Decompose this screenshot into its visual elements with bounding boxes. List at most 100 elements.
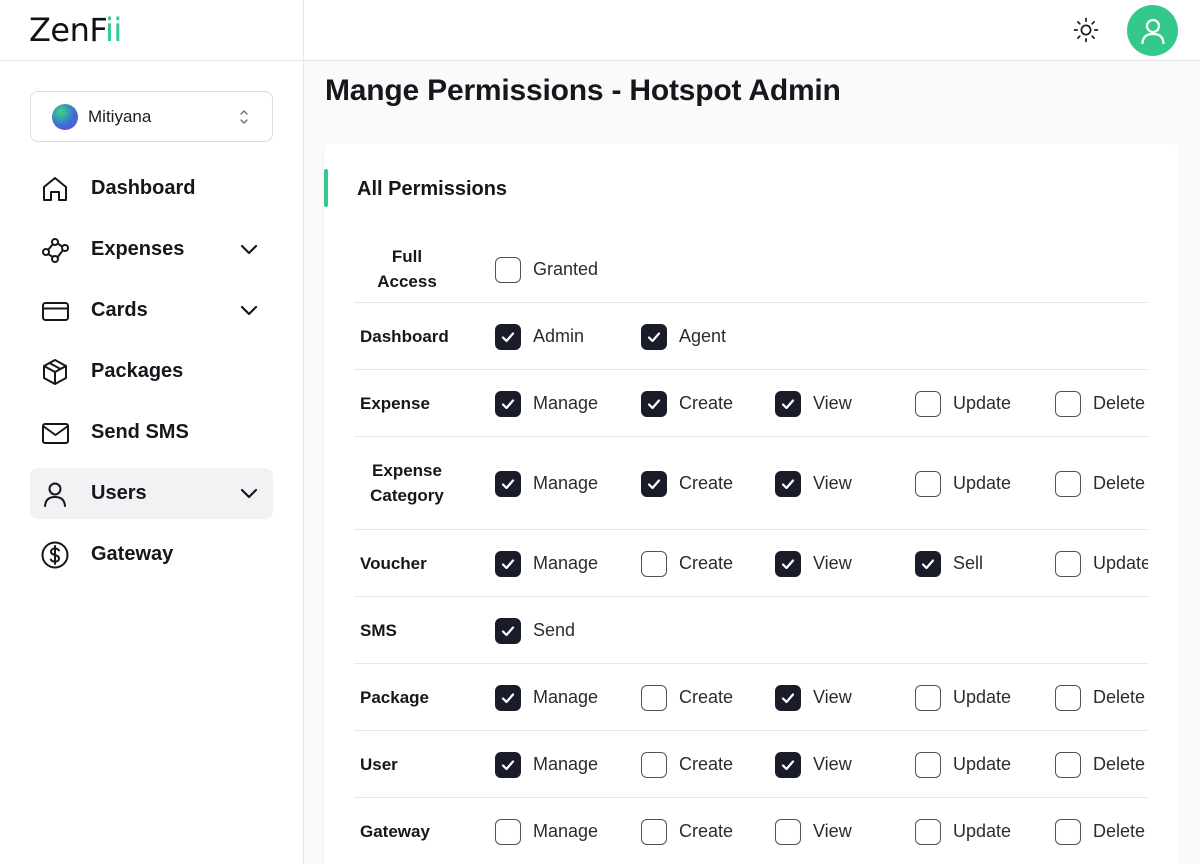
checkbox[interactable] [915, 390, 941, 417]
checkbox[interactable] [495, 751, 521, 778]
permission-option-delete[interactable]: Delete [1055, 684, 1145, 711]
permission-option-manage[interactable]: Manage [495, 550, 598, 577]
checkbox[interactable] [641, 390, 667, 417]
chevron-down-icon[interactable] [239, 239, 259, 259]
permission-option-label: Create [679, 754, 734, 774]
sidebar-item-cards[interactable]: Cards [30, 285, 273, 336]
permission-option-view[interactable]: View [775, 684, 852, 711]
permission-option-view[interactable]: View [775, 751, 852, 778]
checkbox[interactable] [641, 550, 667, 577]
permission-option-manage[interactable]: Manage [495, 684, 599, 711]
sidebar-item-packages[interactable]: Packages [30, 346, 273, 397]
chevron-down-icon[interactable] [239, 483, 259, 503]
checkbox[interactable] [495, 818, 521, 845]
permission-option-manage[interactable]: Manage [495, 751, 599, 778]
permission-option-label: View [813, 553, 852, 573]
checkbox[interactable] [915, 550, 941, 577]
permission-option-admin[interactable]: Admin [495, 323, 584, 350]
permission-option-view[interactable]: View [775, 818, 852, 845]
logo-text: ZenF [29, 11, 105, 49]
permission-option-delete[interactable]: Delete [1055, 470, 1145, 497]
chevron-down-icon[interactable] [239, 300, 259, 320]
checkbox[interactable] [775, 390, 801, 417]
checkbox[interactable] [915, 470, 941, 497]
check-icon [501, 625, 515, 636]
checkbox[interactable] [495, 550, 521, 577]
checkbox[interactable] [495, 470, 521, 497]
permission-option-view[interactable]: View [775, 470, 852, 497]
permission-options: Send [354, 597, 1148, 663]
permission-option-delete[interactable]: Delete [1055, 751, 1145, 778]
checkbox[interactable] [641, 818, 667, 845]
checkbox[interactable] [775, 550, 801, 577]
checkbox[interactable] [1055, 818, 1081, 845]
permission-option-label: Manage [533, 687, 599, 707]
checkbox[interactable] [1055, 390, 1081, 417]
checkbox[interactable] [641, 684, 667, 711]
sidebar-item-gateway[interactable]: Gateway [30, 529, 273, 580]
permission-row: Dashboard Admin Agent [354, 303, 1148, 370]
checkbox[interactable] [641, 751, 667, 778]
permission-option-create[interactable]: Create [641, 390, 733, 417]
permission-option-manage[interactable]: Manage [495, 470, 598, 497]
permission-option-label: Manage [533, 754, 599, 774]
permission-option-granted[interactable]: Granted [495, 256, 598, 283]
permission-option-create[interactable]: Create [641, 751, 734, 778]
checkbox[interactable] [775, 470, 801, 497]
checkbox[interactable] [1055, 751, 1081, 778]
permission-row: User Manage Create View Update Delete [354, 731, 1148, 798]
permission-option-create[interactable]: Create [641, 684, 733, 711]
checkbox[interactable] [1055, 684, 1081, 711]
permission-option-manage[interactable]: Manage [495, 818, 598, 845]
sidebar-item-users[interactable]: Users [30, 468, 273, 519]
permission-option-update[interactable]: Update [915, 684, 1012, 711]
permission-option-create[interactable]: Create [641, 470, 733, 497]
permission-option-delete[interactable]: Delete [1055, 818, 1145, 845]
checkbox[interactable] [1055, 470, 1081, 497]
permission-option-sell[interactable]: Sell [915, 550, 983, 577]
page-title: Mange Permissions - Hotspot Admin [325, 74, 841, 107]
permission-option-manage[interactable]: Manage [495, 390, 598, 417]
organization-select[interactable]: Mitiyana [30, 91, 273, 142]
checkbox[interactable] [495, 390, 521, 417]
checkbox[interactable] [1055, 550, 1081, 577]
sidebar-item-expenses[interactable]: Expenses [30, 224, 273, 275]
checkbox[interactable] [495, 256, 521, 283]
checkbox[interactable] [641, 470, 667, 497]
mail-icon [40, 418, 70, 448]
permission-option-agent[interactable]: Agent [641, 323, 726, 350]
permission-option-update[interactable]: Update [915, 818, 1012, 845]
permission-option-delete[interactable]: Delete [1055, 390, 1145, 417]
permission-option-label: Update [953, 687, 1012, 707]
checkbox[interactable] [495, 684, 521, 711]
checkbox[interactable] [641, 323, 667, 350]
permission-option-label: Update [953, 821, 1012, 841]
checkbox[interactable] [915, 684, 941, 711]
sidebar-item-dashboard[interactable]: Dashboard [30, 163, 273, 214]
permission-option-label: View [813, 754, 852, 774]
app-logo[interactable]: ZenFii [29, 11, 122, 49]
user-avatar[interactable] [1127, 5, 1178, 56]
checkbox[interactable] [915, 751, 941, 778]
checkbox[interactable] [495, 323, 521, 350]
permission-option-view[interactable]: View [775, 550, 852, 577]
check-icon [647, 478, 661, 489]
sidebar-item-send-sms[interactable]: Send SMS [30, 407, 273, 458]
permission-option-view[interactable]: View [775, 390, 852, 417]
permission-option-label: Update [953, 754, 1012, 774]
permissions-card: All Permissions Full Access Granted Dashboa… [324, 143, 1179, 864]
permission-option-update[interactable]: Update [1055, 550, 1148, 577]
sun-icon[interactable] [1072, 16, 1100, 44]
checkbox[interactable] [915, 818, 941, 845]
checkbox[interactable] [775, 818, 801, 845]
permission-option-create[interactable]: Create [641, 818, 733, 845]
checkbox[interactable] [775, 684, 801, 711]
permission-option-update[interactable]: Update [915, 470, 1011, 497]
checkbox[interactable] [495, 617, 521, 644]
checkbox[interactable] [775, 751, 801, 778]
permission-option-update[interactable]: Update [915, 751, 1012, 778]
permission-option-create[interactable]: Create [641, 550, 733, 577]
permission-option-update[interactable]: Update [915, 390, 1011, 417]
permission-option-send[interactable]: Send [495, 617, 575, 644]
user-icon [40, 479, 70, 509]
